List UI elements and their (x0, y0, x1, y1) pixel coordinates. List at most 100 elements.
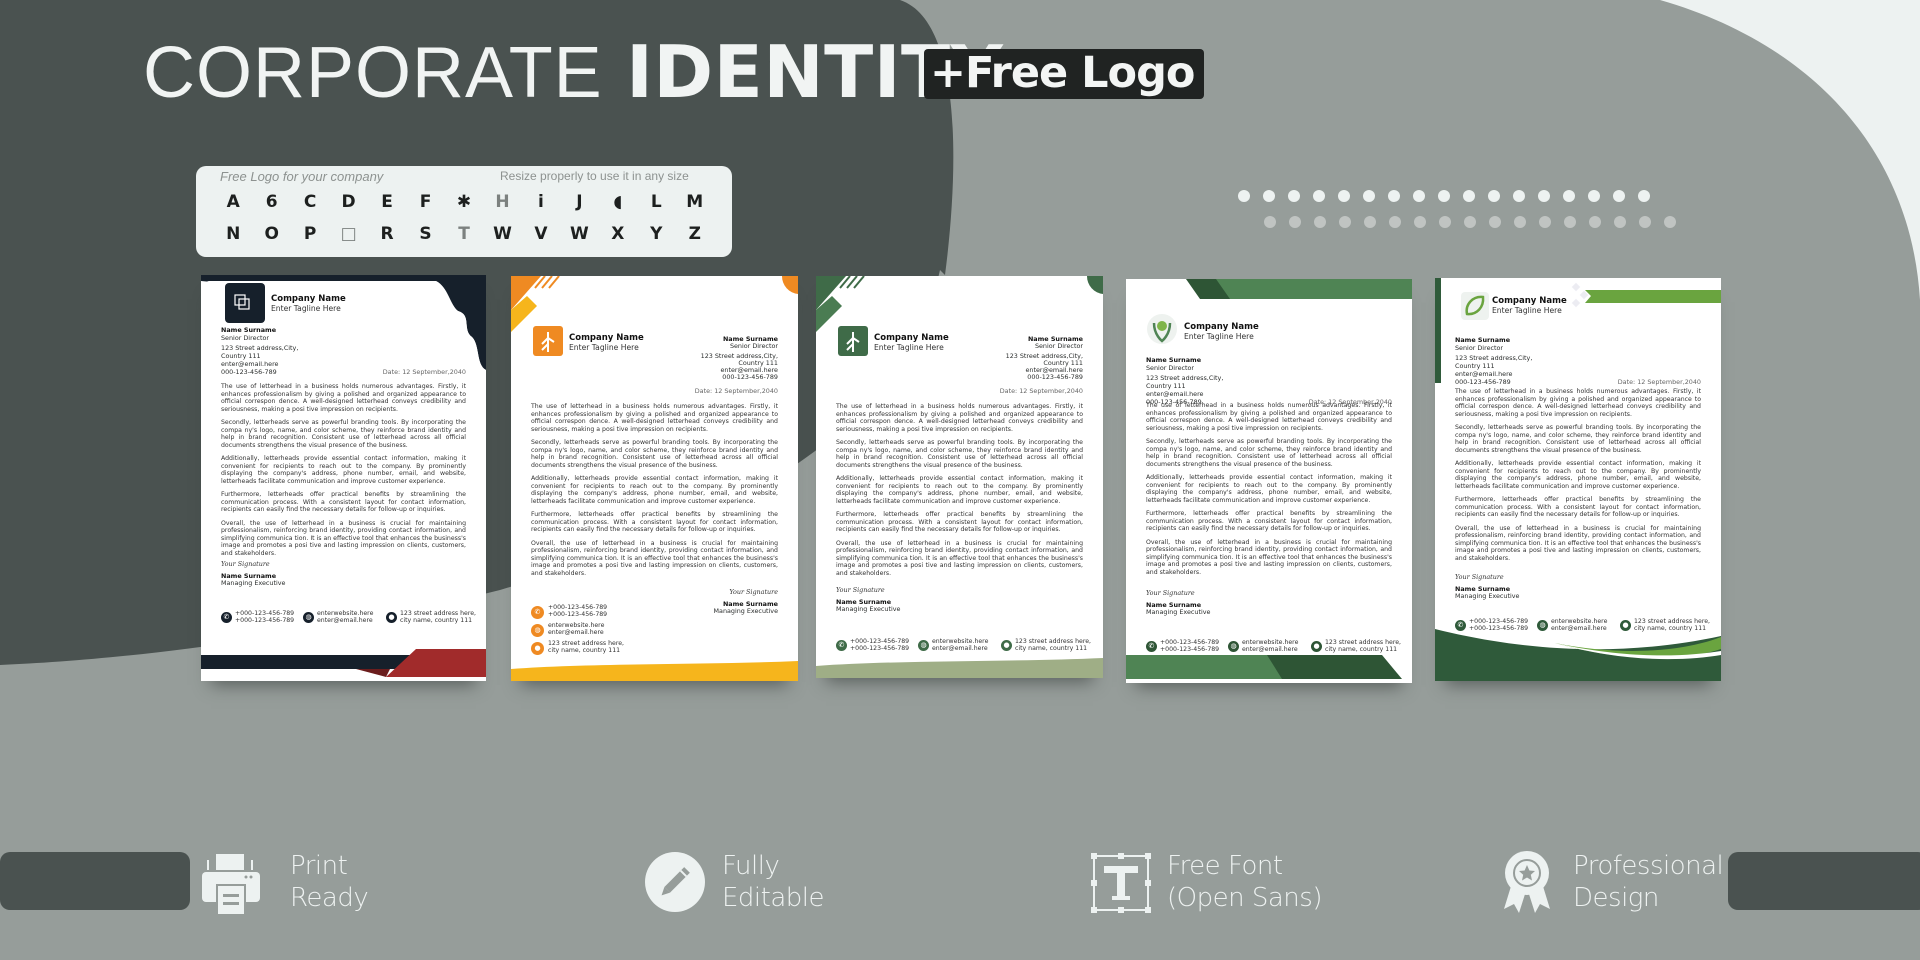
q-square-logo: □ (340, 224, 357, 244)
body-paragraph: The use of letterhead in a business hold… (836, 403, 1083, 433)
pencil-icon (645, 852, 705, 912)
printer-icon (202, 854, 260, 914)
sender-address-1: 123 Street address,City, (1455, 354, 1533, 362)
contact-line: +000-123-456-789 (850, 645, 910, 652)
contact-line: city name, country 111 (1325, 646, 1398, 653)
company-name: Company Name (1184, 322, 1259, 332)
sender-phone: 000-123-456-789 (722, 373, 778, 381)
sender-title: Senior Director (729, 342, 778, 350)
decorative-dot (1438, 190, 1450, 202)
company-name: Company Name (271, 294, 346, 304)
feature-line1: Print (290, 851, 348, 881)
contact-line: city name, country 111 (400, 617, 473, 624)
body-paragraph: Overall, the use of letterhead in a busi… (531, 539, 778, 577)
feature-bar-right (1728, 852, 1920, 910)
decorative-dot (1339, 216, 1351, 228)
letter-date: Date: 12 September,2040 (999, 387, 1083, 395)
body-paragraph: The use of letterhead in a business hold… (1455, 388, 1701, 418)
body-paragraph: Additionally, letterheads provide essent… (221, 455, 466, 485)
decorative-dot (1464, 216, 1476, 228)
decorative-dot (1638, 190, 1650, 202)
body-paragraph: Secondly, letterheads serve as powerful … (1455, 424, 1701, 454)
sender-phone: 000-123-456-789 (1455, 378, 1511, 386)
feature-line2: Ready (290, 883, 369, 913)
u-stripes-logo: W (493, 224, 512, 244)
sender-address-1: 123 Street address,City, (221, 344, 299, 352)
location-pin-icon: ● (531, 642, 544, 655)
h-block-logo: H (495, 192, 510, 212)
company-tagline: Enter Tagline Here (569, 343, 639, 352)
decorative-dot (1613, 190, 1625, 202)
decorative-dot (1313, 190, 1325, 202)
decorative-dot (1314, 216, 1326, 228)
decorative-dot (1538, 190, 1550, 202)
sender-title: Senior Director (1455, 344, 1504, 352)
page-title: CORPORATE IDENTITY (143, 30, 1003, 114)
body-paragraph: Furthermore, letterheads offer practical… (836, 511, 1083, 533)
l-curve-logo: L (650, 192, 662, 212)
j-logo: J (576, 192, 583, 212)
decorative-dot (1488, 190, 1500, 202)
sender-address-2: Country 111 (1455, 362, 1495, 370)
signatory-title: Managing Executive (1455, 592, 1520, 600)
letterhead-orange[interactable]: Company Name Enter Tagline Here Name Surna… (511, 276, 798, 681)
globe-icon: ◍ (531, 624, 544, 637)
decorative-dot (1389, 216, 1401, 228)
decorative-dot (1589, 216, 1601, 228)
letter-date: Date: 12 September,2040 (1617, 378, 1701, 386)
signatory-title: Managing Executive (713, 607, 778, 615)
decorative-dot (1289, 216, 1301, 228)
company-tagline: Enter Tagline Here (1492, 306, 1562, 315)
letterhead-forest-green[interactable]: Company Name Enter Tagline Here Name Surna… (1126, 279, 1412, 683)
contact-line: +000-123-456-789 (1160, 646, 1220, 653)
feature-line1: Professional (1573, 851, 1724, 881)
letterhead-navy-red[interactable]: Company Name Enter Tagline Here Name Surna… (201, 275, 486, 681)
company-tagline: Enter Tagline Here (1184, 332, 1254, 341)
decorative-dot (1588, 190, 1600, 202)
body-paragraph: Furthermore, letterheads offer practical… (221, 491, 466, 513)
sender-name: Name Surname (1146, 356, 1202, 364)
contact-line: city name, country 111 (1015, 645, 1088, 652)
decorative-dot (1564, 216, 1576, 228)
decorative-dot (1664, 216, 1676, 228)
globe-icon: ◍ (1228, 641, 1239, 652)
contact-line: city name, country 111 (548, 647, 621, 654)
decorative-dot (1489, 216, 1501, 228)
x-logo: X (611, 224, 625, 244)
signature: Your Signature (221, 560, 270, 568)
sender-phone: 000-123-456-789 (221, 368, 277, 376)
a-triangle-logo: A (226, 192, 240, 212)
decorative-dot (1263, 190, 1275, 202)
location-pin-icon: ● (1311, 641, 1322, 652)
letterhead-leaf-green[interactable]: Company Name Enter Tagline Here Name Surna… (1435, 278, 1721, 681)
decorative-dot (1639, 216, 1651, 228)
letter-date: Date: 12 September,2040 (382, 368, 466, 376)
contact-line: +000-123-456-789 (1469, 625, 1529, 632)
signature: Your Signature (729, 588, 778, 596)
decorative-dot (1264, 216, 1276, 228)
sender-name: Name Surname (1455, 336, 1511, 344)
f-block-logo: F (419, 192, 432, 212)
body-paragraph: Furthermore, letterheads offer practical… (531, 511, 778, 533)
decorative-dot (1364, 216, 1376, 228)
decorative-dot (1439, 216, 1451, 228)
sender-address-2: Country 111 (1146, 382, 1186, 390)
decorative-dot (1388, 190, 1400, 202)
company-tagline: Enter Tagline Here (874, 343, 944, 352)
body-paragraph: Additionally, letterheads provide essent… (1455, 460, 1701, 490)
body-paragraph: The use of letterhead in a business hold… (1146, 402, 1392, 432)
signature: Your Signature (1455, 573, 1504, 581)
e-stripes-logo: E (381, 192, 393, 212)
contact-line: +000-123-456-789 (235, 617, 295, 624)
body-paragraph: Secondly, letterheads serve as powerful … (836, 439, 1083, 469)
letterhead-sage-green[interactable]: Company Name Enter Tagline Here Name Surna… (816, 276, 1103, 678)
o-ring-logo: O (264, 224, 279, 244)
phone-icon: ✆ (1146, 641, 1157, 652)
letter-body: The use of letterhead in a business hold… (531, 403, 778, 583)
globe-icon: ◍ (1537, 620, 1548, 631)
flower-logo: ✱ (456, 192, 472, 212)
decorative-dot (1463, 190, 1475, 202)
decorative-dot (1338, 190, 1350, 202)
decorative-dot (1238, 190, 1250, 202)
y-logo: Y (650, 224, 663, 244)
